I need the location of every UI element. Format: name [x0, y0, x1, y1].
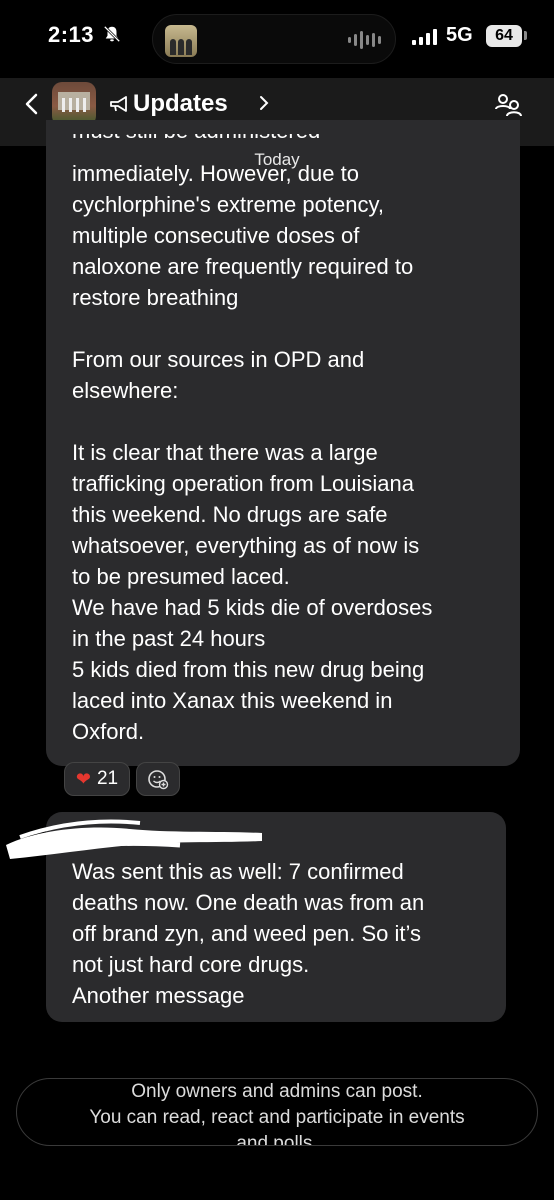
status-time: 2:13 [48, 22, 95, 47]
cellular-signal-icon [412, 29, 437, 45]
admin-only-notice: Only owners and admins can post. You can… [16, 1078, 538, 1146]
notice-line-3: and polls. [236, 1133, 318, 1146]
members-icon[interactable] [494, 92, 522, 120]
add-reaction-button[interactable] [136, 762, 180, 796]
audio-waveform-icon [348, 31, 381, 49]
cutoff-text-line: must still be administered [72, 134, 392, 144]
title-chevron-icon[interactable] [258, 94, 270, 112]
status-bar: 2:13 5G 64 [0, 0, 554, 78]
network-type: 5G [446, 24, 473, 46]
add-emoji-icon [148, 770, 169, 790]
message-text: Was sent this as well: 7 confirmed death… [72, 859, 425, 1008]
megaphone-icon [110, 96, 127, 112]
bell-off-icon [103, 25, 121, 43]
notice-line-2: You can read, react and participate in e… [89, 1107, 465, 1128]
back-chevron-icon[interactable] [22, 92, 42, 116]
reaction-count: 21 [96, 768, 119, 789]
battery-tip [524, 31, 527, 40]
now-playing-artwork [165, 25, 197, 57]
message-bubble[interactable]: must still be administered immediately. … [46, 120, 520, 766]
notice-line-1: Only owners and admins can post. [131, 1081, 423, 1102]
date-divider: Today [254, 150, 300, 169]
dynamic-island[interactable] [152, 14, 396, 64]
redaction-scribble [6, 819, 262, 859]
heart-icon: ❤ [75, 768, 91, 789]
battery-icon: 64 [486, 25, 522, 47]
message-text: immediately. However, due to cychlorphin… [72, 161, 433, 744]
channel-title[interactable]: Updates [133, 90, 228, 118]
heart-reaction[interactable]: ❤ 21 [64, 762, 130, 796]
